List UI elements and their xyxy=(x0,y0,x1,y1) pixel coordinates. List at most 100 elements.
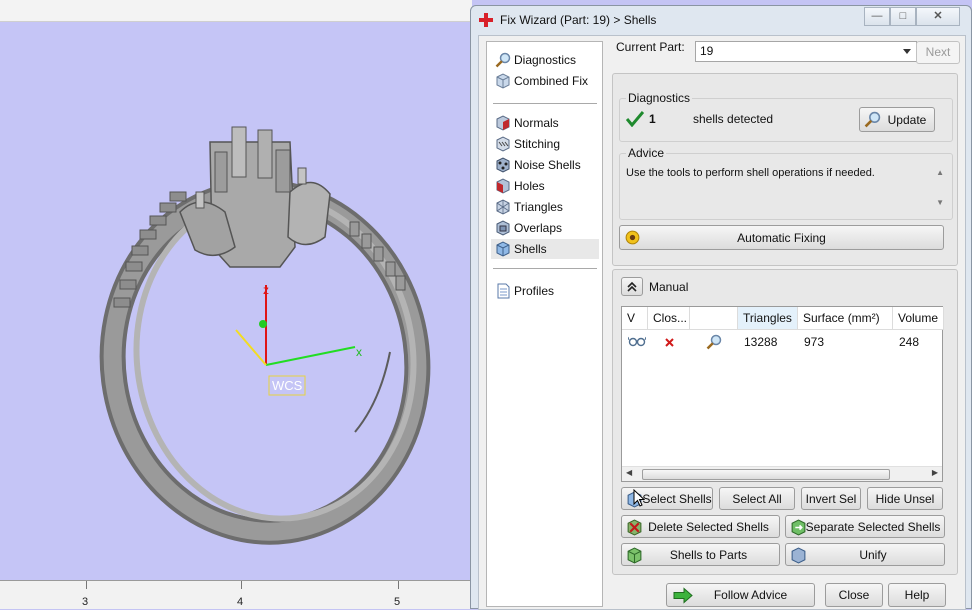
follow-advice-label: Follow Advice xyxy=(713,588,788,602)
hide-unsel-label: Hide Unsel xyxy=(875,491,935,506)
nav-item-holes[interactable]: Holes xyxy=(491,176,599,196)
delete-selected-shells-button[interactable]: Delete Selected Shells xyxy=(621,515,780,538)
nav-item-combined-fix[interactable]: Combined Fix xyxy=(491,71,599,91)
wcs-label: WCS xyxy=(272,378,303,393)
shell-count: 1 xyxy=(649,112,656,126)
current-part-select[interactable]: 19 xyxy=(695,41,917,62)
unify-button[interactable]: Unify xyxy=(785,543,945,566)
column-header-closed[interactable]: Clos... xyxy=(648,307,690,330)
help-label: Help xyxy=(904,588,930,602)
shells-to-parts-button[interactable]: Shells to Parts xyxy=(621,543,780,566)
magnifier-icon xyxy=(495,52,511,68)
shells-icon xyxy=(496,241,510,257)
cell-volume: 248 xyxy=(899,335,920,349)
nav-label: Overlaps xyxy=(514,221,563,235)
maximize-button[interactable]: □ xyxy=(890,7,916,26)
magnifier-icon[interactable] xyxy=(706,334,722,350)
stitching-icon xyxy=(496,136,510,152)
noise-shells-icon xyxy=(496,157,510,173)
nav-label: Stitching xyxy=(514,137,561,151)
current-part-label: Current Part: xyxy=(616,40,685,54)
column-header-surface[interactable]: Surface (mm²) xyxy=(798,307,893,330)
delete-selected-label: Delete Selected Shells xyxy=(648,519,769,534)
collapse-manual-button[interactable] xyxy=(621,277,643,296)
scroll-right-icon[interactable]: ▶ xyxy=(932,468,938,477)
select-all-button[interactable]: Select All xyxy=(719,487,795,510)
minimize-button[interactable]: — xyxy=(864,7,890,26)
normals-icon xyxy=(496,115,510,131)
advice-group: Advice Use the tools to perform shell op… xyxy=(619,146,953,220)
update-label: Update xyxy=(887,112,927,127)
nav-label: Holes xyxy=(514,179,545,193)
nav-divider xyxy=(493,268,597,269)
separate-selected-shells-button[interactable]: Separate Selected Shells xyxy=(785,515,945,538)
nav-item-shells[interactable]: Shells xyxy=(491,239,599,259)
mouse-cursor-icon xyxy=(633,489,645,507)
unify-label: Unify xyxy=(859,547,887,562)
scroll-down-icon[interactable]: ▼ xyxy=(936,198,944,207)
column-header-v[interactable]: V xyxy=(622,307,648,330)
double-chevron-up-icon xyxy=(627,281,637,292)
scrollbar-thumb[interactable] xyxy=(642,469,890,480)
automatic-fixing-button[interactable]: Automatic Fixing xyxy=(619,225,944,250)
fix-nav-panel: Diagnostics Combined Fix Normals Stitchi… xyxy=(486,41,603,607)
next-button[interactable]: Next xyxy=(916,41,960,64)
close-label: Close xyxy=(838,588,870,602)
manual-label: Manual xyxy=(649,280,689,294)
advice-text: Use the tools to perform shell operation… xyxy=(626,167,875,179)
nav-item-diagnostics[interactable]: Diagnostics xyxy=(491,50,599,70)
nav-label: Noise Shells xyxy=(514,158,581,172)
nav-label: Diagnostics xyxy=(514,53,577,67)
column-header-volume[interactable]: Volume xyxy=(893,307,944,330)
horizontal-scrollbar[interactable]: ◀ ▶ xyxy=(622,466,942,481)
scroll-up-icon[interactable]: ▲ xyxy=(936,168,944,177)
cube-icon xyxy=(496,73,510,89)
nav-item-normals[interactable]: Normals xyxy=(491,113,599,133)
axis-z-label: z xyxy=(263,283,269,297)
checkmark-icon xyxy=(626,111,644,127)
follow-advice-button[interactable]: Follow Advice xyxy=(666,583,815,607)
help-button[interactable]: Help xyxy=(888,583,946,607)
manual-panel: Manual V Clos... Triangles Surface (mm²)… xyxy=(612,269,958,575)
ruler-tick-5: 5 xyxy=(394,596,401,608)
nav-item-stitching[interactable]: Stitching xyxy=(491,134,599,154)
fix-wizard-dialog: Fix Wizard (Part: 19) > Shells — □ ✕ Dia… xyxy=(470,5,972,610)
dialog-title: Fix Wizard (Part: 19) > Shells xyxy=(500,13,657,27)
nav-item-triangles[interactable]: Triangles xyxy=(491,197,599,217)
current-part-value: 19 xyxy=(700,44,714,58)
glasses-icon[interactable] xyxy=(628,335,646,347)
column-header-action[interactable] xyxy=(690,307,738,330)
invert-sel-label: Invert Sel xyxy=(805,491,857,506)
nav-item-noise-shells[interactable]: Noise Shells xyxy=(491,155,599,175)
invert-selection-button[interactable]: Invert Sel xyxy=(801,487,861,510)
red-x-icon xyxy=(665,338,674,347)
axis-x-label: x xyxy=(356,345,362,359)
magnifier-icon xyxy=(864,111,881,128)
hide-unselected-button[interactable]: Hide Unsel xyxy=(867,487,943,510)
bottom-ruler: 3 4 5 xyxy=(0,580,472,609)
separate-selected-label: Separate Selected Shells xyxy=(805,519,941,534)
cell-triangles: 13288 xyxy=(744,335,778,349)
title-bar[interactable]: Fix Wizard (Part: 19) > Shells — □ ✕ xyxy=(471,6,971,34)
holes-icon xyxy=(496,178,510,194)
ring-model: z x WCS xyxy=(99,126,431,545)
nav-divider xyxy=(493,103,597,104)
nav-label: Combined Fix xyxy=(514,74,589,88)
nav-item-overlaps[interactable]: Overlaps xyxy=(491,218,599,238)
diagnostics-panel: Diagnostics 1 shells detected Update Adv… xyxy=(612,73,958,266)
update-button[interactable]: Update xyxy=(859,107,935,132)
cell-surface: 973 xyxy=(804,335,825,349)
diagnostics-status: shells detected xyxy=(693,112,774,126)
diagnostics-group: Diagnostics 1 shells detected Update xyxy=(619,91,953,142)
column-header-triangles[interactable]: Triangles xyxy=(738,307,798,330)
shells-table[interactable]: V Clos... Triangles Surface (mm²) Volume… xyxy=(621,306,944,482)
close-button[interactable]: Close xyxy=(825,583,883,607)
3d-viewport[interactable]: z x WCS xyxy=(0,22,472,609)
scroll-left-icon[interactable]: ◀ xyxy=(626,468,632,477)
shells-to-parts-label: Shells to Parts xyxy=(669,547,748,562)
nav-item-profiles[interactable]: Profiles xyxy=(491,281,599,301)
nav-label: Triangles xyxy=(514,200,563,214)
viewport-top-bar xyxy=(0,0,472,22)
close-window-button[interactable]: ✕ xyxy=(916,7,960,26)
dialog-client-area: Diagnostics Combined Fix Normals Stitchi… xyxy=(478,35,966,610)
